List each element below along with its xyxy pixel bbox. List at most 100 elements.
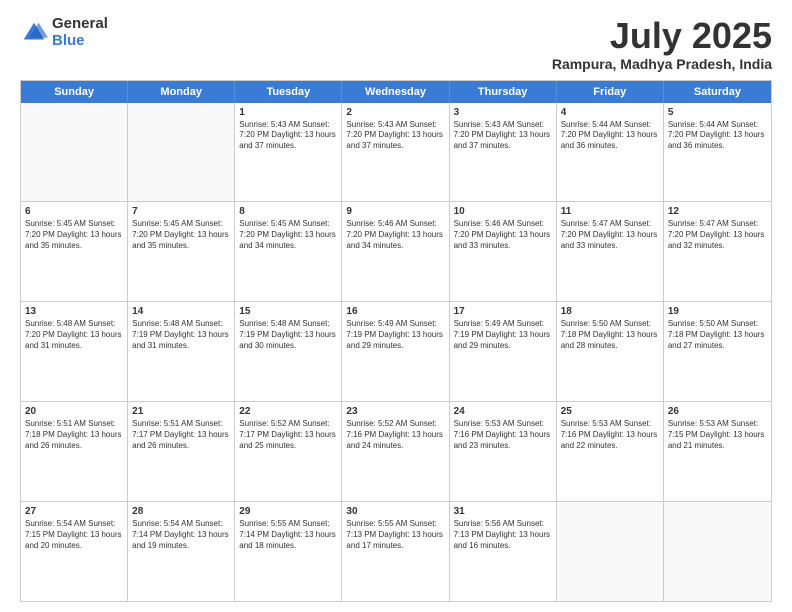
cell-info: Sunrise: 5:51 AM Sunset: 7:17 PM Dayligh… xyxy=(132,419,230,451)
calendar-cell: 4Sunrise: 5:44 AM Sunset: 7:20 PM Daylig… xyxy=(557,103,664,202)
cell-info: Sunrise: 5:45 AM Sunset: 7:20 PM Dayligh… xyxy=(239,219,337,251)
calendar-row-1: 6 Sunrise: 5:45 AM Sunset: 7:20 PM Daylig… xyxy=(21,201,771,301)
day-number: 10 xyxy=(454,205,552,218)
calendar-cell: 30Sunrise: 5:55 AM Sunset: 7:13 PM Dayli… xyxy=(342,502,449,601)
calendar-cell: 1Sunrise: 5:43 AM Sunset: 7:20 PM Daylig… xyxy=(235,103,342,202)
day-number: 6 xyxy=(25,205,123,218)
calendar-cell: 14Sunrise: 5:48 AM Sunset: 7:19 PM Dayli… xyxy=(128,302,235,401)
day-number: 31 xyxy=(454,505,552,518)
calendar-cell: 29Sunrise: 5:55 AM Sunset: 7:14 PM Dayli… xyxy=(235,502,342,601)
calendar-cell: 8Sunrise: 5:45 AM Sunset: 7:20 PM Daylig… xyxy=(235,202,342,301)
subtitle: Rampura, Madhya Pradesh, India xyxy=(552,56,772,72)
cell-info: Sunrise: 5:55 AM Sunset: 7:13 PM Dayligh… xyxy=(346,519,444,551)
calendar: SundayMondayTuesdayWednesdayThursdayFrid… xyxy=(20,80,772,602)
day-number: 15 xyxy=(239,305,337,318)
cell-info: Sunrise: 5:54 AM Sunset: 7:14 PM Dayligh… xyxy=(132,519,230,551)
cell-info: Sunrise: 5:53 AM Sunset: 7:16 PM Dayligh… xyxy=(561,419,659,451)
day-number: 7 xyxy=(132,205,230,218)
calendar-cell: 20Sunrise: 5:51 AM Sunset: 7:18 PM Dayli… xyxy=(21,402,128,501)
day-number: 9 xyxy=(346,205,444,218)
calendar-cell: 23Sunrise: 5:52 AM Sunset: 7:16 PM Dayli… xyxy=(342,402,449,501)
cell-info: Sunrise: 5:43 AM Sunset: 7:20 PM Dayligh… xyxy=(346,120,444,152)
calendar-cell: 27Sunrise: 5:54 AM Sunset: 7:15 PM Dayli… xyxy=(21,502,128,601)
cell-info: Sunrise: 5:53 AM Sunset: 7:15 PM Dayligh… xyxy=(668,419,767,451)
day-number: 3 xyxy=(454,106,552,119)
cell-info: Sunrise: 5:44 AM Sunset: 7:20 PM Dayligh… xyxy=(668,120,767,152)
day-number: 19 xyxy=(668,305,767,318)
header-day-tuesday: Tuesday xyxy=(235,81,342,103)
calendar-cell: 9Sunrise: 5:46 AM Sunset: 7:20 PM Daylig… xyxy=(342,202,449,301)
day-number: 23 xyxy=(346,405,444,418)
header-day-sunday: Sunday xyxy=(21,81,128,103)
calendar-cell xyxy=(128,103,235,202)
calendar-cell: 16Sunrise: 5:49 AM Sunset: 7:19 PM Dayli… xyxy=(342,302,449,401)
calendar-row-4: 27Sunrise: 5:54 AM Sunset: 7:15 PM Dayli… xyxy=(21,501,771,601)
calendar-body: 1Sunrise: 5:43 AM Sunset: 7:20 PM Daylig… xyxy=(21,103,771,601)
cell-info: Sunrise: 5:55 AM Sunset: 7:14 PM Dayligh… xyxy=(239,519,337,551)
calendar-cell: 11Sunrise: 5:47 AM Sunset: 7:20 PM Dayli… xyxy=(557,202,664,301)
day-number: 25 xyxy=(561,405,659,418)
header-day-wednesday: Wednesday xyxy=(342,81,449,103)
header-day-friday: Friday xyxy=(557,81,664,103)
calendar-cell: 28Sunrise: 5:54 AM Sunset: 7:14 PM Dayli… xyxy=(128,502,235,601)
day-number: 24 xyxy=(454,405,552,418)
calendar-row-3: 20Sunrise: 5:51 AM Sunset: 7:18 PM Dayli… xyxy=(21,401,771,501)
cell-info: Sunrise: 5:48 AM Sunset: 7:19 PM Dayligh… xyxy=(132,319,230,351)
calendar-cell: 2Sunrise: 5:43 AM Sunset: 7:20 PM Daylig… xyxy=(342,103,449,202)
day-number: 21 xyxy=(132,405,230,418)
cell-info: Sunrise: 5:56 AM Sunset: 7:13 PM Dayligh… xyxy=(454,519,552,551)
logo-general-text: General xyxy=(52,16,108,33)
calendar-cell: 26Sunrise: 5:53 AM Sunset: 7:15 PM Dayli… xyxy=(664,402,771,501)
calendar-cell: 10Sunrise: 5:46 AM Sunset: 7:20 PM Dayli… xyxy=(450,202,557,301)
day-number: 2 xyxy=(346,106,444,119)
day-number: 26 xyxy=(668,405,767,418)
page: General Blue July 2025 Rampura, Madhya P… xyxy=(0,0,792,612)
header: General Blue July 2025 Rampura, Madhya P… xyxy=(20,16,772,72)
day-number: 12 xyxy=(668,205,767,218)
day-number: 11 xyxy=(561,205,659,218)
header-day-monday: Monday xyxy=(128,81,235,103)
calendar-cell: 7Sunrise: 5:45 AM Sunset: 7:20 PM Daylig… xyxy=(128,202,235,301)
cell-info: Sunrise: 5:48 AM Sunset: 7:19 PM Dayligh… xyxy=(239,319,337,351)
day-number: 4 xyxy=(561,106,659,119)
header-day-thursday: Thursday xyxy=(450,81,557,103)
calendar-cell: 5Sunrise: 5:44 AM Sunset: 7:20 PM Daylig… xyxy=(664,103,771,202)
logo-blue-text: Blue xyxy=(52,33,108,50)
cell-info: Sunrise: 5:52 AM Sunset: 7:17 PM Dayligh… xyxy=(239,419,337,451)
calendar-row-0: 1Sunrise: 5:43 AM Sunset: 7:20 PM Daylig… xyxy=(21,103,771,202)
cell-info: Sunrise: 5:47 AM Sunset: 7:20 PM Dayligh… xyxy=(561,219,659,251)
calendar-cell: 24Sunrise: 5:53 AM Sunset: 7:16 PM Dayli… xyxy=(450,402,557,501)
logo-text: General Blue xyxy=(52,16,108,49)
day-number: 22 xyxy=(239,405,337,418)
cell-info: Sunrise: 5:46 AM Sunset: 7:20 PM Dayligh… xyxy=(454,219,552,251)
logo-icon xyxy=(20,19,48,47)
cell-info: Sunrise: 5:50 AM Sunset: 7:18 PM Dayligh… xyxy=(561,319,659,351)
cell-info: Sunrise: 5:49 AM Sunset: 7:19 PM Dayligh… xyxy=(454,319,552,351)
calendar-cell xyxy=(664,502,771,601)
calendar-header: SundayMondayTuesdayWednesdayThursdayFrid… xyxy=(21,81,771,103)
day-number: 17 xyxy=(454,305,552,318)
day-number: 1 xyxy=(239,106,337,119)
calendar-cell: 12Sunrise: 5:47 AM Sunset: 7:20 PM Dayli… xyxy=(664,202,771,301)
cell-info: Sunrise: 5:46 AM Sunset: 7:20 PM Dayligh… xyxy=(346,219,444,251)
day-number: 27 xyxy=(25,505,123,518)
cell-info: Sunrise: 5:47 AM Sunset: 7:20 PM Dayligh… xyxy=(668,219,767,251)
day-number: 5 xyxy=(668,106,767,119)
day-number: 30 xyxy=(346,505,444,518)
logo: General Blue xyxy=(20,16,108,49)
cell-info: Sunrise: 5:43 AM Sunset: 7:20 PM Dayligh… xyxy=(239,120,337,152)
cell-info: Sunrise: 5:52 AM Sunset: 7:16 PM Dayligh… xyxy=(346,419,444,451)
calendar-cell: 18Sunrise: 5:50 AM Sunset: 7:18 PM Dayli… xyxy=(557,302,664,401)
calendar-cell: 22Sunrise: 5:52 AM Sunset: 7:17 PM Dayli… xyxy=(235,402,342,501)
cell-info: Sunrise: 5:53 AM Sunset: 7:16 PM Dayligh… xyxy=(454,419,552,451)
calendar-cell: 21Sunrise: 5:51 AM Sunset: 7:17 PM Dayli… xyxy=(128,402,235,501)
cell-info: Sunrise: 5:48 AM Sunset: 7:20 PM Dayligh… xyxy=(25,319,123,351)
calendar-row-2: 13Sunrise: 5:48 AM Sunset: 7:20 PM Dayli… xyxy=(21,301,771,401)
calendar-cell: 17Sunrise: 5:49 AM Sunset: 7:19 PM Dayli… xyxy=(450,302,557,401)
cell-info: Sunrise: 5:44 AM Sunset: 7:20 PM Dayligh… xyxy=(561,120,659,152)
header-day-saturday: Saturday xyxy=(664,81,771,103)
main-title: July 2025 xyxy=(552,16,772,56)
day-number: 14 xyxy=(132,305,230,318)
calendar-cell: 25Sunrise: 5:53 AM Sunset: 7:16 PM Dayli… xyxy=(557,402,664,501)
calendar-cell xyxy=(557,502,664,601)
